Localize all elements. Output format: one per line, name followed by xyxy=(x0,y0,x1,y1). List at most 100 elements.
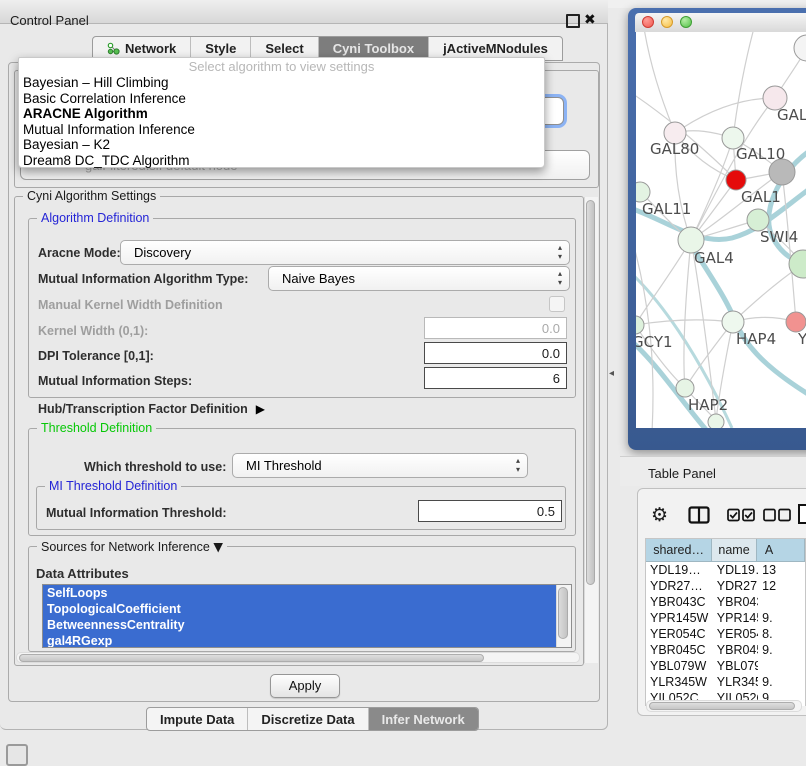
table-row[interactable]: YBR043C YBR043C xyxy=(646,594,805,610)
network-edge xyxy=(636,340,708,428)
network-edge xyxy=(684,240,691,388)
node-label: GAL80 xyxy=(650,140,699,158)
data-attributes-label: Data Attributes xyxy=(36,566,129,581)
dropdown-item[interactable]: Dream8 DC_TDC Algorithm xyxy=(19,153,544,169)
float-window-icon[interactable] xyxy=(566,14,580,28)
node-gal1[interactable] xyxy=(726,170,746,190)
node-top-partial[interactable] xyxy=(794,35,806,61)
mi-algorithm-type-label: Mutual Information Algorithm Type: xyxy=(38,272,248,286)
table-panel-title: Table Panel xyxy=(648,466,716,481)
attribute-item[interactable]: BetweennessCentrality xyxy=(43,617,556,633)
close-traffic-light-icon[interactable] xyxy=(642,16,654,28)
attribute-item[interactable]: SelfLoops xyxy=(43,585,556,601)
node-label: GAL xyxy=(777,106,806,124)
table-row[interactable]: YPR145W YPR145W 9. xyxy=(646,610,805,626)
panel-divider-grip[interactable]: ◂ xyxy=(609,368,614,379)
mi-threshold-group-title: MI Threshold Definition xyxy=(45,479,181,493)
mi-threshold-label: Mutual Information Threshold: xyxy=(46,506,227,520)
zoom-traffic-light-icon[interactable] xyxy=(680,16,692,28)
attribute-item[interactable]: gal4RGexp xyxy=(43,633,556,648)
select-all-icon[interactable] xyxy=(727,508,756,522)
data-attributes-list: SelfLoops TopologicalCoefficient Between… xyxy=(42,584,572,648)
mi-steps-field[interactable]: 6 xyxy=(424,367,567,389)
settings-hscrollbar-thumb[interactable] xyxy=(19,654,484,662)
dropdown-placeholder: Select algorithm to view settings xyxy=(19,59,544,75)
column-header-name[interactable]: name xyxy=(712,539,757,561)
algorithm-dropdown: Select algorithm to view settings Bayesi… xyxy=(18,57,545,168)
tab-impute-data[interactable]: Impute Data xyxy=(147,708,248,730)
node-label: GAL1 xyxy=(741,188,781,206)
dropdown-item[interactable]: Bayesian – K2 xyxy=(19,137,544,153)
table-row[interactable]: YBL079W YBL079W xyxy=(646,658,805,674)
combo-arrows-icon: ▴▾ xyxy=(516,457,520,474)
attribute-items: SelfLoops TopologicalCoefficient Between… xyxy=(43,585,571,648)
mi-threshold-field[interactable]: 0.5 xyxy=(418,500,562,522)
settings-vscrollbar-thumb[interactable] xyxy=(586,200,595,585)
threshold-definition-title: Threshold Definition xyxy=(37,421,156,435)
column-header-shared-name[interactable]: shared… xyxy=(646,539,712,561)
tab-discretize-data[interactable]: Discretize Data xyxy=(248,708,368,730)
table-hscrollbar-thumb[interactable] xyxy=(649,702,795,710)
apply-button[interactable]: Apply xyxy=(270,674,340,698)
sources-group-title[interactable]: Sources for Network Inference ▼ xyxy=(37,539,227,554)
network-icon xyxy=(107,42,120,55)
table-row[interactable]: YBR045C YBR045C 9. xyxy=(646,642,805,658)
table-row[interactable]: YDR27… YDR27… 12 xyxy=(646,578,805,594)
dropdown-items: Bayesian – Hill Climbing Basic Correlati… xyxy=(19,75,544,169)
which-threshold-label: Which threshold to use: xyxy=(84,460,226,474)
table-body: YDL19… YDL19… 13 YDR27… YDR27… 12 YBR043… xyxy=(646,562,805,706)
node-label: SWI4 xyxy=(760,228,798,246)
network-edge xyxy=(644,32,675,133)
dpi-tolerance-field[interactable]: 0.0 xyxy=(424,342,567,364)
dpi-tolerance-label: DPI Tolerance [0,1]: xyxy=(38,349,154,363)
columns-icon[interactable] xyxy=(688,506,710,524)
table-row[interactable]: YLR345W YLR345W 9. xyxy=(646,674,805,690)
new-table-icon[interactable] xyxy=(797,503,806,525)
table-row[interactable]: YER054C YER054C 8. xyxy=(646,626,805,642)
network-svg: GALGAL80GAL10GAL1GAL11SWI4GAL4GCY1HAP4YH… xyxy=(636,32,806,428)
node-label: Y xyxy=(797,330,806,348)
node-label: GAL4 xyxy=(694,249,734,267)
node-label: HAP4 xyxy=(736,330,776,348)
network-canvas[interactable]: GALGAL80GAL10GAL1GAL11SWI4GAL4GCY1HAP4YH… xyxy=(636,32,806,428)
node-label: GAL11 xyxy=(642,200,691,218)
table-header-row: shared… name A xyxy=(646,539,805,562)
dropdown-item[interactable]: Bayesian – Hill Climbing xyxy=(19,75,544,91)
control-panel-titlebar xyxy=(0,0,608,24)
gear-icon[interactable]: ⚙ xyxy=(651,504,668,526)
network-edge xyxy=(782,172,796,322)
node-hap2[interactable] xyxy=(676,379,694,397)
node-label: GCY1 xyxy=(636,333,673,351)
settings-group-title: Cyni Algorithm Settings xyxy=(23,189,160,203)
minimized-panel-button[interactable] xyxy=(6,744,28,766)
close-icon[interactable]: ✖ xyxy=(584,11,596,28)
dropdown-item[interactable]: Basic Correlation Inference xyxy=(19,91,544,107)
table-row[interactable]: YDL19… YDL19… 13 xyxy=(646,562,805,578)
attribute-item[interactable]: TopologicalCoefficient xyxy=(43,601,556,617)
hub-definition-toggle[interactable]: Hub/Transcription Factor Definition▶ xyxy=(38,402,265,416)
expand-arrow-icon: ▶ xyxy=(256,402,265,416)
which-threshold-select[interactable]: MI Threshold ▴▾ xyxy=(232,453,528,478)
manual-kernel-width-checkbox[interactable] xyxy=(549,296,565,312)
dropdown-item[interactable]: ARACNE Algorithm xyxy=(19,106,544,122)
aracne-mode-select[interactable]: Discovery ▴▾ xyxy=(120,240,570,265)
minimize-traffic-light-icon[interactable] xyxy=(661,16,673,28)
column-header-partial[interactable]: A xyxy=(757,539,805,561)
node-gcy1[interactable] xyxy=(636,316,644,334)
dropdown-item[interactable]: Mutual Information Inference xyxy=(19,122,544,138)
manual-kernel-width-label: Manual Kernel Width Definition xyxy=(38,298,223,312)
tab-infer-network[interactable]: Infer Network xyxy=(369,708,478,730)
algorithm-definition-title: Algorithm Definition xyxy=(37,211,153,225)
combo-arrows-icon: ▴▾ xyxy=(558,244,562,261)
kernel-width-field[interactable]: 0.0 xyxy=(424,317,567,339)
node-label: HAP2 xyxy=(688,396,728,414)
kernel-width-label: Kernel Width (0,1): xyxy=(38,324,148,338)
network-edge xyxy=(636,240,691,325)
mi-algorithm-type-select[interactable]: Naive Bayes ▴▾ xyxy=(268,266,570,291)
node-bottom[interactable] xyxy=(708,414,724,428)
node-salmon[interactable] xyxy=(786,312,806,332)
attributes-vscrollbar-thumb[interactable] xyxy=(558,587,568,639)
collapse-arrow-icon: ▼ xyxy=(213,539,223,554)
network-edge xyxy=(685,322,733,388)
deselect-all-icon[interactable] xyxy=(763,508,792,522)
